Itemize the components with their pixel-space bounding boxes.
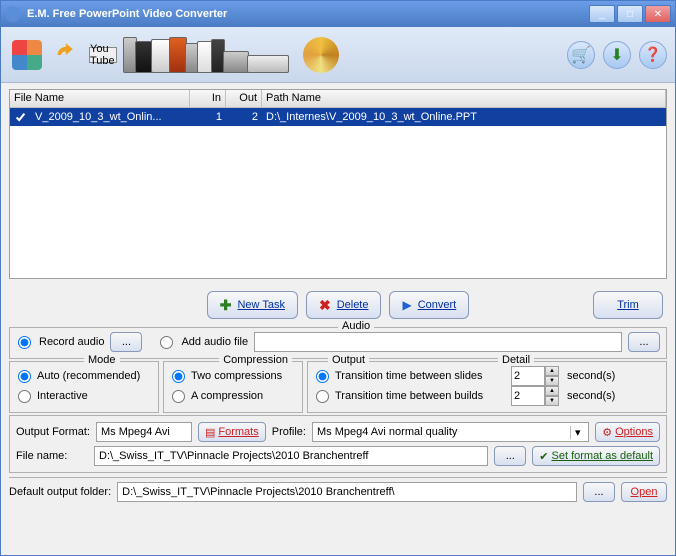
compression-legend: Compression (219, 354, 292, 366)
titlebar: E.M. Free PowerPoint Video Converter _ □… (1, 1, 675, 27)
compression-group: Compression Two compressions A compressi… (163, 361, 303, 413)
trim-button[interactable]: Trim (593, 291, 663, 319)
download-button[interactable] (603, 41, 631, 69)
list-icon: ▤ (205, 426, 215, 439)
record-audio-label: Record audio (39, 336, 104, 348)
mode-interactive-radio[interactable] (18, 390, 31, 403)
youtube-icon: You Tube (89, 47, 117, 63)
cell-path: D:\_Internes\V_2009_10_3_wt_Online.PPT (262, 111, 666, 123)
cart-icon (571, 45, 591, 65)
set-default-button[interactable]: ✔Set format as default (532, 446, 660, 466)
table-row[interactable]: V_2009_10_3_wt_Onlin... 1 2 D:\_Internes… (10, 108, 666, 126)
audio-legend: Audio (338, 320, 374, 332)
col-in[interactable]: In (190, 90, 226, 107)
divider (9, 477, 667, 478)
open-button[interactable]: Open (621, 482, 667, 502)
compression-one-radio[interactable] (172, 390, 185, 403)
help-button[interactable] (639, 41, 667, 69)
maximize-button[interactable]: □ (617, 5, 643, 23)
output-format-label: Output Format: (16, 426, 90, 438)
audio-file-field[interactable] (254, 332, 622, 352)
cell-filename: V_2009_10_3_wt_Onlin... (31, 111, 190, 123)
cell-in: 1 (190, 111, 226, 123)
chevron-down-icon: ▾ (570, 426, 584, 439)
chevron-down-icon[interactable]: ▼ (545, 396, 559, 406)
new-task-button[interactable]: ✚New Task (207, 291, 298, 319)
col-path[interactable]: Path Name (262, 90, 666, 107)
slides-time-stepper[interactable]: ▲▼ (511, 366, 559, 386)
gear-icon: ⚙ (602, 426, 612, 439)
file-list[interactable]: File Name In Out Path Name V_2009_10_3_w… (9, 89, 667, 279)
convert-arrow-icon (49, 37, 85, 73)
delete-button[interactable]: ✖Delete (306, 291, 382, 319)
devices-icon (125, 37, 289, 73)
browse-folder-button[interactable]: ... (583, 482, 615, 502)
x-icon: ✖ (319, 297, 331, 314)
mode-auto-radio[interactable] (18, 370, 31, 383)
chevron-up-icon[interactable]: ▲ (545, 386, 559, 396)
download-icon (610, 45, 623, 65)
output-format-value: Ms Mpeg4 Avi (96, 422, 192, 442)
add-audio-radio[interactable] (160, 336, 173, 349)
transition-builds-radio[interactable] (316, 390, 329, 403)
window-title: E.M. Free PowerPoint Video Converter (27, 8, 589, 20)
transition-slides-radio[interactable] (316, 370, 329, 383)
minimize-button[interactable]: _ (589, 5, 615, 23)
cart-button[interactable] (567, 41, 595, 69)
mode-group: Mode Auto (recommended) Interactive (9, 361, 159, 413)
browse-audio-button[interactable]: ... (628, 332, 660, 352)
format-group: Output Format: Ms Mpeg4 Avi ▤Formats Pro… (9, 415, 667, 473)
app-icon (5, 6, 21, 22)
default-folder-field[interactable] (117, 482, 577, 502)
filename-label: File name: (16, 450, 88, 462)
plus-icon: ✚ (220, 297, 232, 314)
close-button[interactable]: ✕ (645, 5, 671, 23)
col-out[interactable]: Out (226, 90, 262, 107)
filename-field[interactable] (94, 446, 488, 466)
formats-button[interactable]: ▤Formats (198, 422, 266, 442)
record-audio-radio[interactable] (18, 336, 31, 349)
profile-label: Profile: (272, 426, 306, 438)
play-icon: ▶ (402, 298, 411, 312)
toolbar: You Tube (1, 27, 675, 83)
col-filename[interactable]: File Name (10, 90, 190, 107)
output-legend: Output (328, 354, 369, 366)
convert-button[interactable]: ▶Convert (389, 291, 469, 319)
check-icon: ✔ (539, 450, 548, 463)
options-button[interactable]: ⚙Options (595, 422, 660, 442)
add-audio-label: Add audio file (181, 336, 248, 348)
help-icon (644, 46, 661, 63)
browse-filename-button[interactable]: ... (494, 446, 526, 466)
disc-icon (303, 37, 339, 73)
detail-legend: Detail (498, 354, 534, 366)
profile-select[interactable]: Ms Mpeg4 Avi normal quality▾ (312, 422, 589, 442)
row-checkbox[interactable] (14, 111, 27, 124)
mode-legend: Mode (84, 354, 120, 366)
default-folder-label: Default output folder: (9, 486, 111, 498)
record-audio-settings-button[interactable]: ... (110, 332, 142, 352)
chevron-down-icon[interactable]: ▼ (545, 376, 559, 386)
cell-out: 2 (226, 111, 262, 123)
output-group: Output Detail Transition time between sl… (307, 361, 667, 413)
file-list-header: File Name In Out Path Name (10, 90, 666, 108)
chevron-up-icon[interactable]: ▲ (545, 366, 559, 376)
builds-time-stepper[interactable]: ▲▼ (511, 386, 559, 406)
office-icon (9, 37, 45, 73)
compression-two-radio[interactable] (172, 370, 185, 383)
